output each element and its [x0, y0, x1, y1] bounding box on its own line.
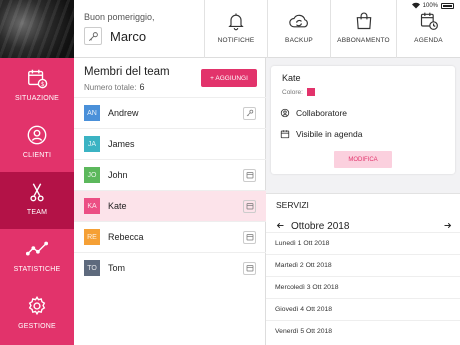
day-row[interactable]: Mercoledì 3 Ott 2018	[266, 276, 460, 298]
member-agenda-button[interactable]	[243, 230, 256, 244]
day-row[interactable]: Venerdì 5 Ott 2018	[266, 320, 460, 342]
member-name: Tom	[108, 263, 126, 273]
day-row[interactable]: Giovedì 4 Ott 2018	[266, 298, 460, 320]
detail-color: Colore:	[282, 88, 315, 96]
notifiche-button[interactable]: NOTIFICHE	[204, 0, 267, 58]
role-text: Collaboratore	[296, 108, 348, 118]
calendar-icon	[246, 203, 253, 210]
line-chart-icon	[26, 241, 48, 256]
avatar: JA	[84, 136, 100, 152]
visibility-text: Visibile in agenda	[296, 129, 363, 139]
nav-label: CLIENTI	[22, 152, 52, 159]
avatar: TO	[84, 260, 100, 276]
member-name: Kate	[108, 201, 127, 211]
avatar: JO	[84, 167, 100, 183]
avatar: AN	[84, 105, 100, 121]
member-row[interactable]: JA James	[74, 128, 266, 159]
arrow-right-icon	[444, 222, 452, 229]
calendar-dollar-icon: $	[28, 69, 48, 89]
member-row[interactable]: JO John	[74, 159, 266, 190]
calendar-icon	[246, 265, 253, 272]
battery-level: 100%	[422, 2, 438, 9]
team-count-value: 6	[139, 82, 145, 92]
nav-item-gestione[interactable]: GESTIONE	[0, 286, 74, 343]
nav-item-statistiche[interactable]: STATISTICHE	[0, 229, 74, 286]
month-label: Ottobre 2018	[291, 220, 350, 232]
user-name: Marco	[110, 28, 147, 44]
member-key-button[interactable]	[243, 106, 256, 120]
notifiche-label: NOTIFICHE	[217, 37, 255, 44]
member-row[interactable]: RE Rebecca	[74, 221, 266, 252]
user-role-icon	[280, 108, 290, 118]
nav-label: SITUAZIONE	[14, 95, 59, 102]
member-row-selected[interactable]: KA Kate	[74, 190, 266, 221]
battery-icon	[441, 2, 454, 9]
status-bar: 100%	[411, 2, 454, 9]
day-row[interactable]: Martedì 2 Ott 2018	[266, 254, 460, 276]
user-row: Marco	[84, 27, 146, 45]
sidebar: $ SITUAZIONE CLIENTI TEAM STATISTICHE GE…	[0, 0, 74, 345]
detail-name: Kate	[282, 73, 301, 83]
team-title: Membri del team	[84, 66, 170, 78]
bell-icon	[228, 13, 244, 31]
color-label: Colore:	[282, 88, 303, 96]
nav-item-clienti[interactable]: CLIENTI	[0, 115, 74, 172]
edit-button[interactable]: MODIFICA	[334, 151, 392, 168]
team-count: Numero totale: 6	[84, 82, 144, 92]
nav-label: GESTIONE	[18, 323, 56, 330]
nav-item-situazione[interactable]: $ SITUAZIONE	[0, 58, 74, 115]
shopping-bag-icon	[356, 12, 371, 30]
add-member-button[interactable]: + AGGIUNGI	[201, 69, 257, 87]
cloud-sync-icon	[289, 14, 308, 28]
team-panel: Membri del team Numero totale: 6 + AGGIUN…	[74, 58, 266, 345]
key-icon	[246, 109, 253, 117]
member-name: Andrew	[108, 108, 139, 118]
app-root: $ SITUAZIONE CLIENTI TEAM STATISTICHE GE…	[0, 0, 460, 345]
user-circle-icon	[27, 125, 47, 145]
user-key-button[interactable]	[84, 27, 102, 45]
services-title: SERVIZI	[276, 200, 309, 210]
member-row[interactable]: AN Andrew	[74, 97, 266, 128]
abbonamento-label: ABBONAMENTO	[337, 37, 390, 44]
avatar: RE	[84, 229, 100, 245]
role-row: Collaboratore	[280, 108, 347, 118]
greeting-text: Buon pomeriggio,	[84, 12, 155, 22]
member-agenda-button[interactable]	[243, 199, 256, 213]
backup-label: BACKUP	[285, 37, 313, 44]
calendar-clock-icon	[420, 12, 438, 30]
nav-label: TEAM	[26, 209, 48, 216]
salon-photo	[0, 0, 74, 58]
color-swatch	[306, 88, 315, 96]
services-panel: SERVIZI Ottobre 2018 Lunedì 1 Ott 2018 M…	[266, 193, 460, 345]
abbonamento-button[interactable]: ABBONAMENTO	[330, 0, 396, 58]
avatar: KA	[84, 198, 100, 214]
member-name: Rebecca	[108, 232, 144, 242]
top-header: Buon pomeriggio, Marco NOTIFICHE BACKUP	[74, 0, 460, 58]
key-icon	[88, 31, 98, 41]
backup-button[interactable]: BACKUP	[267, 0, 330, 58]
gear-icon	[28, 295, 46, 316]
calendar-icon	[246, 234, 253, 241]
wifi-icon	[411, 2, 420, 9]
visibility-row: Visibile in agenda	[280, 129, 362, 139]
scissors-icon	[30, 183, 44, 202]
member-row[interactable]: TO Tom	[74, 252, 266, 283]
member-detail-card: Kate Colore: Collaboratore Visibile in a…	[271, 66, 455, 174]
day-row[interactable]: Lunedì 1 Ott 2018	[266, 232, 460, 254]
nav-label: STATISTICHE	[13, 266, 61, 273]
calendar-icon	[280, 130, 290, 139]
team-count-label: Numero totale:	[84, 83, 137, 92]
agenda-label: AGENDA	[414, 37, 443, 44]
arrow-left-icon	[276, 222, 284, 229]
member-agenda-button[interactable]	[243, 168, 256, 182]
nav-item-team[interactable]: TEAM	[0, 172, 74, 229]
calendar-icon	[246, 172, 253, 179]
member-name: James	[108, 139, 135, 149]
svg-text:$: $	[41, 81, 45, 88]
member-name: John	[108, 170, 128, 180]
member-agenda-button[interactable]	[243, 261, 256, 275]
